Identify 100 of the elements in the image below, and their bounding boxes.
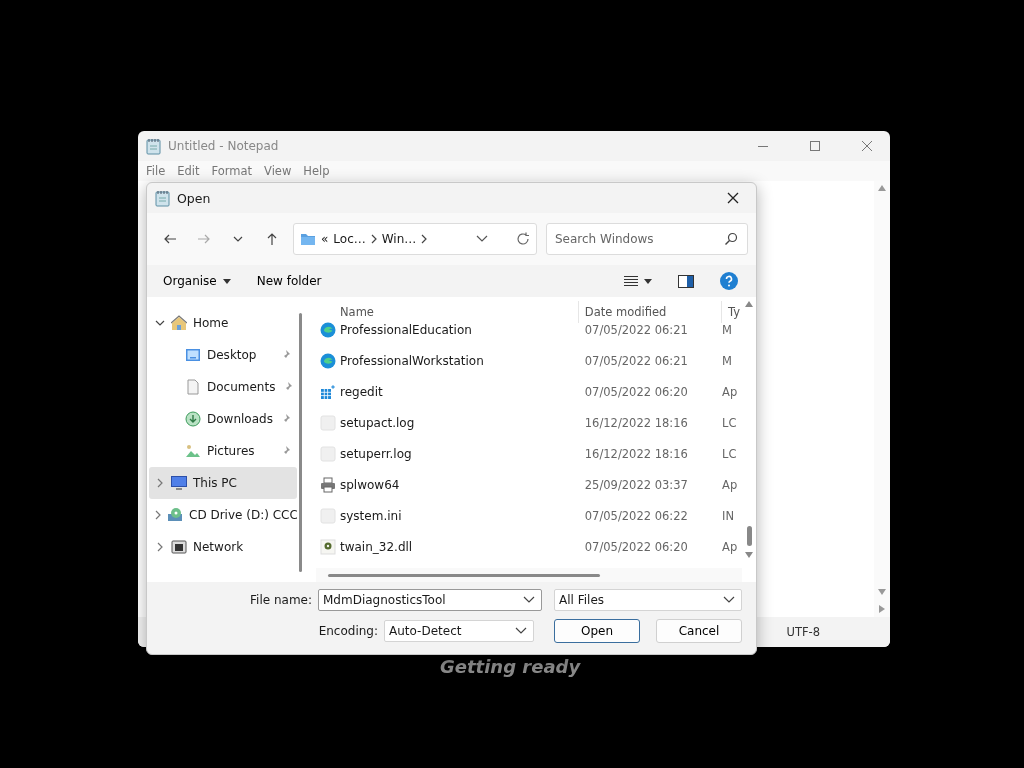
file-name[interactable]: splwow64 — [340, 477, 400, 492]
scroll-up-icon — [878, 185, 886, 191]
home-icon — [171, 315, 187, 331]
menu-item[interactable]: Edit — [173, 164, 204, 178]
date-cell-text: 07/05/2022 06:21 — [583, 322, 689, 337]
help-icon — [720, 272, 738, 290]
chevron-right-icon — [421, 234, 428, 244]
dropdown-icon — [476, 235, 488, 243]
sidebar-item[interactable]: Network — [149, 531, 297, 563]
breadcrumb[interactable]: Loc… — [333, 232, 366, 246]
scrollbar[interactable] — [746, 526, 752, 546]
sidebar-item[interactable]: Desktop — [149, 339, 297, 371]
date-cell-text: 25/09/2022 03:37 — [583, 477, 689, 492]
download-icon — [185, 411, 201, 427]
menu-item[interactable]: Format — [207, 164, 257, 178]
scroll-down-icon — [878, 589, 886, 595]
file-name[interactable]: setuperr.log — [340, 446, 412, 461]
file-name[interactable]: system.ini — [340, 508, 402, 523]
dropdown-icon — [523, 596, 535, 604]
date-cell-text: 07/05/2022 06:21 — [583, 353, 689, 368]
date-cell-text: 07/05/2022 06:20 — [583, 384, 689, 399]
file-name[interactable]: ProfessionalWorkstation — [340, 353, 484, 368]
preview-pane-icon — [678, 274, 694, 288]
type-cell-text: Ap — [722, 477, 739, 492]
organise-menu[interactable]: Organise — [155, 271, 239, 291]
chevron-right-icon — [370, 234, 377, 244]
window-title: Untitled - Notepad — [168, 139, 279, 153]
search-field[interactable]: Search Windows — [546, 223, 748, 255]
minimize-icon — [758, 145, 768, 147]
column-header[interactable]: Date modified — [578, 301, 723, 323]
dropdown-icon — [515, 627, 527, 635]
app-icon — [320, 321, 336, 338]
desktop-icon — [185, 347, 201, 363]
refresh-icon — [516, 232, 530, 246]
type-cell-text: M — [722, 353, 734, 368]
open-button[interactable]: Open — [554, 619, 640, 643]
file-icon — [320, 507, 336, 524]
file-name[interactable]: regedit — [340, 384, 383, 399]
date-cell-text: 16/12/2022 18:16 — [583, 446, 689, 461]
dropdown-icon — [723, 596, 735, 604]
type-cell-text: LC — [722, 415, 738, 430]
file-name[interactable]: ProfessionalEducation — [340, 322, 472, 337]
printer-icon — [320, 476, 336, 493]
file-icon — [320, 414, 336, 431]
notepad-icon — [155, 189, 171, 207]
cancel-button[interactable]: Cancel — [656, 619, 742, 643]
field-label: File name: — [250, 593, 312, 607]
list-view-icon — [624, 275, 638, 287]
date-cell-text: 07/05/2022 06:20 — [583, 539, 689, 554]
address-bar[interactable]: « Loc… Win… — [293, 223, 537, 255]
maximize-icon — [807, 138, 823, 154]
type-cell-text: LC — [722, 446, 738, 461]
scroll-down-icon — [745, 552, 753, 558]
file-name[interactable]: twain_32.dll — [340, 539, 413, 554]
caret-icon — [222, 278, 231, 284]
scroll-up-icon — [745, 301, 753, 307]
menu-item[interactable]: Help — [299, 164, 334, 178]
type-cell-text: Ap — [722, 384, 739, 399]
close-icon — [859, 138, 875, 154]
sidebar-item[interactable]: CD Drive (D:) CCC — [149, 499, 297, 531]
scrollbar[interactable] — [328, 573, 600, 577]
file-icon — [320, 445, 336, 462]
computer-icon — [171, 475, 187, 491]
dialog-title: Open — [177, 190, 211, 206]
dll-file-icon — [320, 538, 336, 555]
chevron-right-icon — [157, 478, 163, 488]
overflow-chevron[interactable]: « — [321, 232, 329, 246]
status-text: Getting ready — [440, 656, 581, 677]
file-type-dropdown[interactable]: All Files — [554, 589, 742, 611]
type-cell-text: Ap — [722, 539, 739, 554]
column-header[interactable]: Ty — [722, 301, 742, 323]
document-icon — [185, 379, 201, 395]
sidebar-item[interactable]: Pictures — [149, 435, 297, 467]
scroll-right-icon — [879, 605, 885, 613]
file-name-field[interactable]: MdmDiagnosticsTool — [318, 589, 542, 611]
picture-icon — [185, 443, 201, 459]
search-icon — [724, 232, 738, 246]
menu-item[interactable]: File — [142, 164, 170, 178]
chevron-right-icon — [155, 510, 161, 520]
file-name[interactable]: setupact.log — [340, 415, 415, 430]
registry-icon — [320, 383, 336, 400]
notepad-icon — [146, 137, 162, 155]
date-cell-text: 16/12/2022 18:16 — [583, 415, 689, 430]
scrollbar[interactable] — [299, 313, 302, 572]
encoding-dropdown[interactable]: Auto-Detect — [384, 620, 534, 642]
new-folder-button[interactable]: New folder — [248, 271, 330, 291]
folder-icon — [300, 232, 316, 246]
sidebar-item[interactable]: Downloads — [149, 403, 297, 435]
caret-icon — [644, 278, 652, 284]
sidebar-item[interactable]: This PC — [149, 467, 297, 499]
status-text: UTF-8 — [786, 625, 820, 639]
close-icon — [726, 191, 740, 205]
type-cell-text: M — [722, 322, 734, 337]
sidebar-item[interactable]: Home — [149, 307, 297, 339]
breadcrumb[interactable]: Win… — [381, 232, 417, 246]
chevron-down-icon — [155, 320, 165, 326]
app-icon — [320, 352, 336, 369]
network-icon — [171, 539, 187, 555]
menu-item[interactable]: View — [260, 164, 296, 178]
sidebar-item[interactable]: Documents — [149, 371, 297, 403]
